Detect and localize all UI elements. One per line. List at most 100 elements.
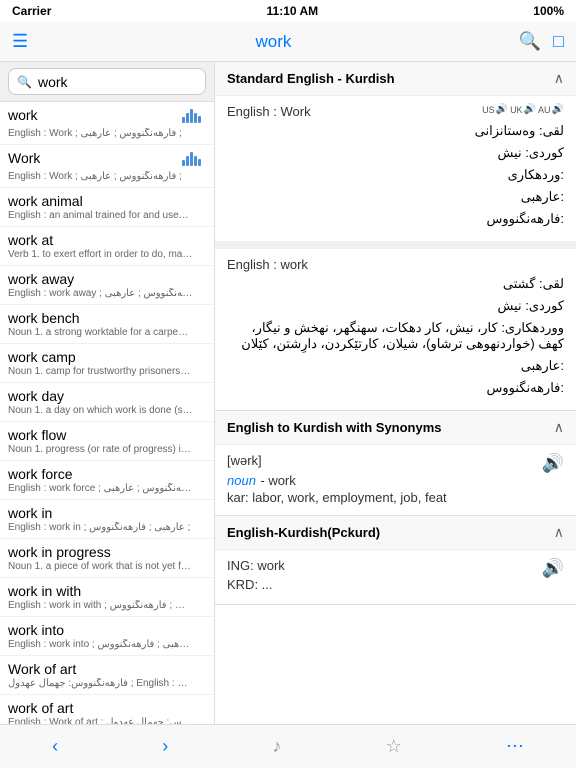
- word-title: work flow: [8, 427, 66, 443]
- word-title: Work: [8, 150, 40, 166]
- sound-icon: [182, 150, 206, 170]
- word-list-item[interactable]: work into English : work into ; عارهبی ;…: [0, 617, 214, 656]
- nav-bar: ☰ work 🔍 □: [0, 22, 576, 62]
- search-magnifier-icon: 🔍: [17, 75, 32, 89]
- word-title: work bench: [8, 310, 80, 326]
- chevron-up-icon-1: ∧: [554, 70, 564, 87]
- chevron-up-icon-3: ∧: [554, 524, 564, 541]
- word-list-item[interactable]: work force English : work force ; فارهه‌…: [0, 461, 214, 500]
- separator-1: [215, 241, 576, 249]
- word-title: Work of art: [8, 661, 76, 677]
- bottom-toolbar: ‹ › ♪ ☆ ⋯: [0, 724, 576, 768]
- section-title-2: English to Kurdish with Synonyms: [227, 420, 442, 435]
- pos-word: - work: [260, 473, 295, 488]
- section-pckurd: English-Kurdish(Pckurd) ∧ ING: work KRD:…: [215, 516, 576, 605]
- word-title: work camp: [8, 349, 76, 365]
- word-sub: English : work force ; فارهه‌نگنووس ; عا…: [8, 483, 193, 494]
- sound-icon: [182, 107, 206, 127]
- entry-label-1: English : Work: [227, 104, 311, 119]
- word-list-item[interactable]: work bench Noun 1. a strong worktable fo…: [0, 305, 214, 344]
- term-arabic-2: :عارهبی: [227, 358, 564, 374]
- word-list-item[interactable]: Work of art فارهه‌نگنووس: جهمال عهدول ; …: [0, 656, 214, 695]
- word-list-item[interactable]: Work English : Work ; فارهه‌نگنووس ; عار…: [0, 145, 214, 188]
- word-list-item[interactable]: work of art English : Work of art ; فاره…: [0, 695, 214, 724]
- word-list-item[interactable]: work away English : work away ; فارهه‌نگ…: [0, 266, 214, 305]
- word-title: work: [8, 107, 38, 123]
- entry-label-2: English : work: [227, 257, 308, 272]
- word-title: work away: [8, 271, 74, 287]
- term-kurdish-1: کوردی: نیش: [227, 145, 564, 161]
- forward-button[interactable]: ›: [150, 732, 180, 761]
- left-panel: 🔍 ✕ work Engli: [0, 62, 215, 724]
- term-worda-1: :وردهکاری: [227, 167, 564, 183]
- word-list-item[interactable]: work camp Noun 1. camp for trustworthy p…: [0, 344, 214, 383]
- audio-buttons-1: US🔊 UK🔊 AU🔊: [482, 104, 564, 115]
- word-list-item[interactable]: work at Verb 1. to exert effort in order…: [0, 227, 214, 266]
- term-lqi-2: لقی: گشتی: [227, 276, 564, 292]
- word-sub: Noun 1. progress (or rate of progress) i…: [8, 444, 193, 455]
- word-list-item[interactable]: work English : Work ; فارهه‌نگنووس ; عار…: [0, 102, 214, 145]
- phonetic: [wərk]: [227, 453, 447, 468]
- entry-synonyms: [wərk] noun - work kar: labor, work, emp…: [215, 445, 576, 515]
- pckurd-ing: ING: work: [227, 558, 285, 573]
- audio-icon-3[interactable]: 🔊: [542, 558, 564, 579]
- search-input[interactable]: [38, 74, 215, 90]
- word-sub: English : work away ; فارهه‌نگنووس ; عار…: [8, 288, 193, 299]
- section-header-1[interactable]: Standard English - Kurdish ∧: [215, 62, 576, 96]
- word-list-item[interactable]: work day Noun 1. a day on which work is …: [0, 383, 214, 422]
- entry-work-1: English : Work US🔊 UK🔊 AU🔊 لقی: وه‌ستانز…: [215, 96, 576, 241]
- section-synonyms: English to Kurdish with Synonyms ∧ [wərk…: [215, 411, 576, 516]
- term-arabic-1: :عارهبی: [227, 189, 564, 205]
- section-standard-english-kurdish: Standard English - Kurdish ∧ English : W…: [215, 62, 576, 411]
- word-title: work in with: [8, 583, 81, 599]
- main-content: 🔍 ✕ work Engli: [0, 62, 576, 724]
- pckurd-krd: KRD: ...: [227, 577, 285, 592]
- word-title: work of art: [8, 700, 73, 716]
- section-header-3[interactable]: English-Kurdish(Pckurd) ∧: [215, 516, 576, 550]
- word-sub: English : Work ; فارهه‌نگنووس ; عارهبی ;: [8, 171, 193, 182]
- translations: kar: labor, work, employment, job, feat: [227, 490, 447, 505]
- search-icon[interactable]: 🔍: [519, 31, 541, 52]
- audio-us[interactable]: US🔊: [482, 104, 508, 115]
- back-button[interactable]: ‹: [40, 732, 70, 761]
- word-sub: فارهه‌نگنووس: جهمال عهدول ; English : Wo…: [8, 678, 193, 689]
- audio-au[interactable]: AU🔊: [538, 104, 564, 115]
- book-icon[interactable]: □: [553, 31, 564, 52]
- section-header-2[interactable]: English to Kurdish with Synonyms ∧: [215, 411, 576, 445]
- word-title: work force: [8, 466, 73, 482]
- word-list-item[interactable]: work in English : work in ; عارهبی ; فار…: [0, 500, 214, 539]
- word-title: work animal: [8, 193, 83, 209]
- time: 11:10 AM: [267, 4, 319, 18]
- word-list-item[interactable]: work in progress Noun 1. a piece of work…: [0, 539, 214, 578]
- search-input-wrapper: 🔍 ✕: [8, 68, 206, 95]
- word-sub: English : work into ; عارهبی ; فارهه‌نگن…: [8, 639, 193, 650]
- term-worda-2: ووردهکاری: کار، نیش، کار دهکات، سهنگهر، …: [227, 320, 564, 352]
- section-title-1: Standard English - Kurdish: [227, 71, 395, 86]
- word-sub: Noun 1. camp for trustworthy prisoners e…: [8, 366, 193, 377]
- favorite-button[interactable]: ☆: [374, 732, 414, 761]
- word-list-item[interactable]: work in with English : work in with ; عا…: [0, 578, 214, 617]
- entry-row-1: English : Work US🔊 UK🔊 AU🔊: [227, 104, 564, 119]
- word-title: work in: [8, 505, 52, 521]
- speaker-button[interactable]: ♪: [260, 732, 293, 761]
- entry-work-2: English : work لقی: گشتی کوردی: نیش وورد…: [215, 249, 576, 410]
- word-sub: Verb 1. to exert effort in order to do, …: [8, 249, 193, 260]
- status-bar: Carrier 11:10 AM 100%: [0, 0, 576, 22]
- word-list: work English : Work ; فارهه‌نگنووس ; عار…: [0, 102, 214, 724]
- section-title-3: English-Kurdish(Pckurd): [227, 525, 380, 540]
- nav-actions: 🔍 □: [519, 31, 564, 52]
- more-button[interactable]: ⋯: [494, 732, 536, 761]
- term-lqi-1: لقی: وه‌ستانزانی: [227, 123, 564, 139]
- pos-line: noun - work: [227, 472, 447, 490]
- nav-title: work: [28, 32, 519, 52]
- audio-uk[interactable]: UK🔊: [510, 104, 536, 115]
- term-persian-1: :فارهه‌نگنووس: [227, 211, 564, 227]
- audio-icon-2[interactable]: 🔊: [542, 453, 564, 474]
- word-sub: English : work in with ; عارهبی ; فارهه‌…: [8, 600, 193, 611]
- word-title: work in progress: [8, 544, 111, 560]
- word-sub: English : Work of art ; فارهه‌نگنووس: جه…: [8, 717, 193, 724]
- menu-icon[interactable]: ☰: [12, 31, 28, 52]
- word-list-item[interactable]: work flow Noun 1. progress (or rate of p…: [0, 422, 214, 461]
- word-list-item[interactable]: work animal English : an animal trained …: [0, 188, 214, 227]
- entry-row-2: English : work: [227, 257, 564, 272]
